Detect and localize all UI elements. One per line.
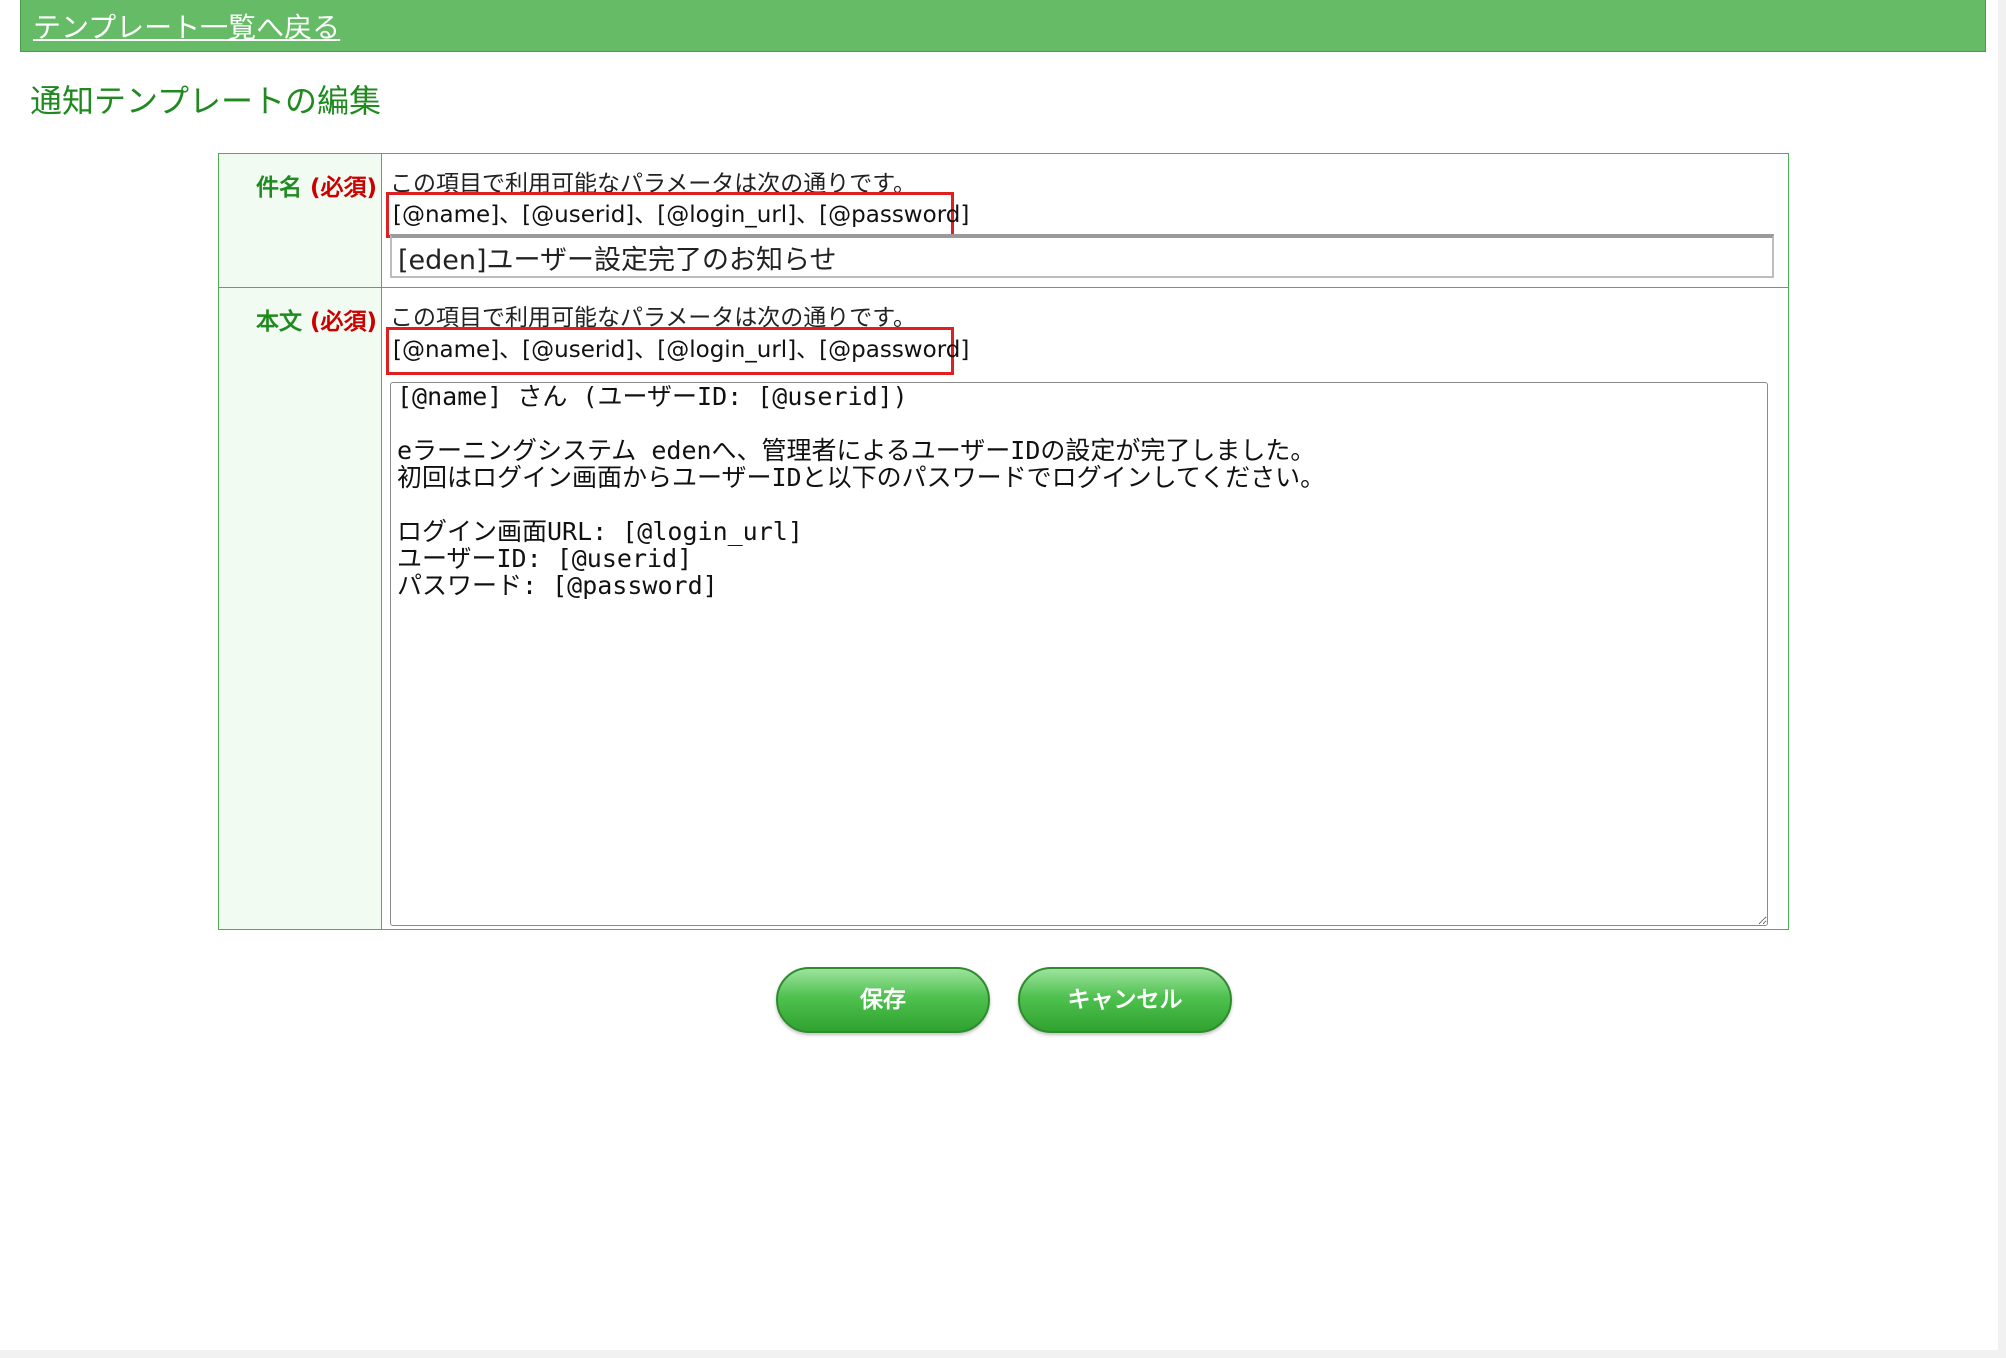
page-frame: テンプレート一覧へ戻る 通知テンプレートの編集 件名 (必須) この項目で利用可… <box>0 0 2006 1358</box>
body-textarea[interactable]: [@name] さん (ユーザーID: [@userid]) eラーニングシステ… <box>390 382 1768 926</box>
subject-input[interactable] <box>390 234 1774 278</box>
subject-row: 件名 (必須) この項目で利用可能なパラメータは次の通りです。 [@name]、… <box>219 154 1788 288</box>
body-params-list: [@name]、[@userid]、[@login_url]、[@passwor… <box>386 327 969 375</box>
subject-field-cell: この項目で利用可能なパラメータは次の通りです。 [@name]、[@userid… <box>382 154 1788 287</box>
body-label-cell: 本文 (必須) <box>219 288 382 929</box>
body-field-cell: この項目で利用可能なパラメータは次の通りです。 [@name]、[@userid… <box>382 288 1788 929</box>
top-bar: テンプレート一覧へ戻る <box>20 0 1986 52</box>
body-label-text: 本文 <box>255 309 302 335</box>
back-to-template-list-link[interactable]: テンプレート一覧へ戻る <box>33 6 340 46</box>
subject-required-mark: (必須) <box>309 175 377 201</box>
template-form: 件名 (必須) この項目で利用可能なパラメータは次の通りです。 [@name]、… <box>218 153 1789 930</box>
cancel-button[interactable]: キャンセル <box>1018 967 1232 1033</box>
body-row: 本文 (必須) この項目で利用可能なパラメータは次の通りです。 [@name]、… <box>219 288 1788 929</box>
save-button[interactable]: 保存 <box>776 967 990 1033</box>
page-title: 通知テンプレートの編集 <box>30 82 382 120</box>
body-label: 本文 (必須) <box>256 302 377 336</box>
subject-params-list: [@name]、[@userid]、[@login_url]、[@passwor… <box>386 192 969 238</box>
body-required-mark: (必須) <box>309 309 377 335</box>
subject-label-cell: 件名 (必須) <box>219 154 382 287</box>
subject-label-text: 件名 <box>255 175 302 201</box>
subject-label: 件名 (必須) <box>256 168 377 202</box>
